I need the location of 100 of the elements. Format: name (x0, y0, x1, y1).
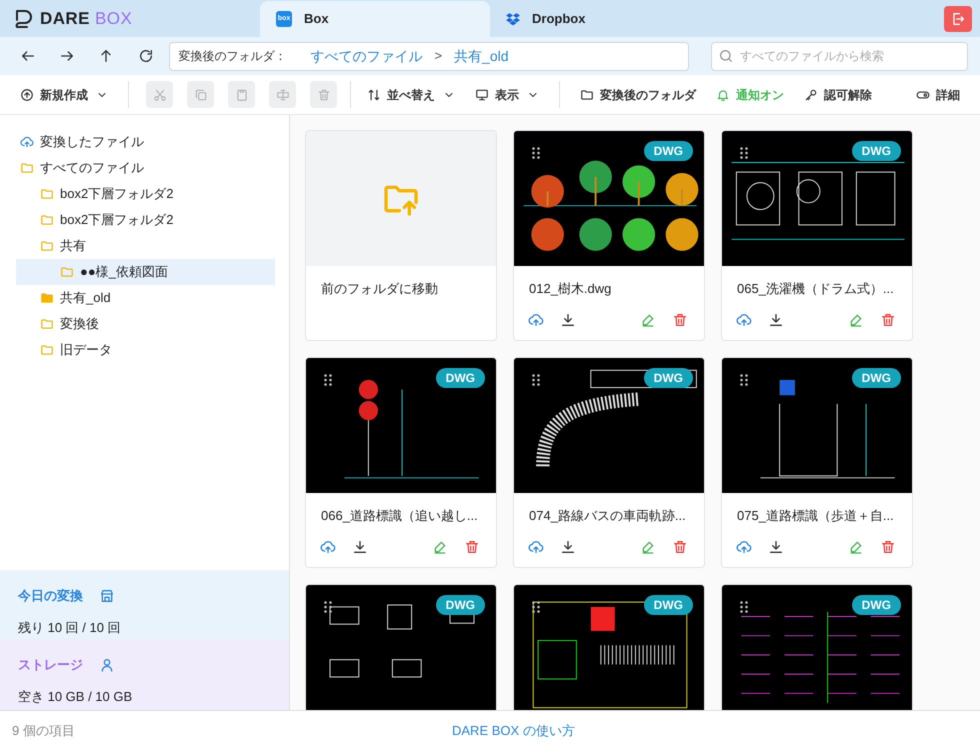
tree-item[interactable]: 変換したファイル (16, 129, 275, 155)
drag-handle-icon[interactable] (532, 601, 540, 613)
file-card[interactable]: DWG 065_洗濯機（ドラム式）... (721, 130, 913, 341)
download-button[interactable] (768, 538, 784, 554)
file-type-badge: DWG (644, 595, 693, 615)
tree-item[interactable]: box2下層フォルダ2 (16, 207, 275, 233)
cloud-upload-icon (320, 538, 336, 554)
exit-button[interactable] (944, 6, 972, 32)
pencil-icon (432, 538, 448, 554)
file-card[interactable]: DWG 012_樹木.dwg (513, 130, 705, 341)
delete-button[interactable] (880, 538, 896, 554)
trash-icon (672, 312, 688, 328)
tree-item[interactable]: 旧データ (16, 337, 275, 363)
tab[interactable]: Dropbox (490, 1, 720, 37)
drag-handle-icon[interactable] (740, 147, 748, 159)
upload-button[interactable] (736, 312, 752, 328)
download-button[interactable] (768, 312, 784, 328)
trash-icon (464, 538, 480, 554)
tree-item[interactable]: 共有 (16, 233, 275, 259)
tree-item[interactable]: 共有_old (16, 285, 275, 311)
download-icon (768, 312, 784, 328)
delete-button[interactable] (880, 312, 896, 328)
delete-button[interactable] (672, 312, 688, 328)
cloud-upload-icon (528, 538, 544, 554)
edit-button[interactable] (432, 538, 448, 554)
refresh-icon (138, 48, 154, 64)
download-icon (352, 538, 368, 554)
quota-title: 今日の変換 (18, 587, 83, 605)
parent-folder-card[interactable]: 前のフォルダに移動 (305, 130, 497, 341)
trash-icon (880, 538, 896, 554)
drag-handle-icon[interactable] (740, 601, 748, 613)
edit-button[interactable] (640, 538, 656, 554)
menu-button[interactable]: 新規作成 (12, 80, 116, 108)
upload-button[interactable] (528, 312, 544, 328)
delete-button[interactable] (464, 538, 480, 554)
file-name: 065_洗濯機（ドラム式）... (736, 280, 895, 298)
menu-button[interactable]: 表示 (467, 80, 547, 108)
drag-handle-icon[interactable] (324, 601, 332, 613)
file-name: 012_樹木.dwg (528, 280, 612, 298)
edit-button[interactable] (640, 312, 656, 328)
file-type-badge: DWG (852, 141, 901, 161)
trash-icon (672, 538, 688, 554)
file-card[interactable]: DWG 066_道路標識（追い越し... (305, 357, 497, 568)
cloud-upload-icon (528, 312, 544, 328)
drag-handle-icon[interactable] (740, 374, 748, 386)
pencil-icon (848, 538, 864, 554)
cloud-upload-icon (736, 538, 752, 554)
tree-item[interactable]: 変換後 (16, 311, 275, 337)
key-icon (804, 88, 818, 102)
file-name: 066_道路標識（追い越し... (320, 507, 479, 525)
download-icon (768, 538, 784, 554)
tree-item[interactable]: box2下層フォルダ2 (16, 181, 275, 207)
rename-icon (276, 88, 290, 102)
file-type-badge: DWG (644, 368, 693, 388)
toolbar-button[interactable]: 変換後のフォルダ (572, 80, 704, 108)
toolbar-button[interactable]: 認可解除 (796, 80, 880, 108)
bell-icon (716, 88, 730, 102)
edit-button[interactable] (848, 312, 864, 328)
download-button[interactable] (560, 312, 576, 328)
delete-button[interactable] (672, 538, 688, 554)
file-card[interactable]: DWG 074_路線バスの車両軌跡... (513, 357, 705, 568)
menu-button[interactable]: 並べ替え (359, 80, 463, 108)
tree-item[interactable]: すべてのファイル (16, 155, 275, 181)
file-type-badge: DWG (436, 595, 485, 615)
monitor-icon (475, 88, 489, 102)
search-field[interactable]: すべてのファイルから検索 (711, 42, 968, 70)
upload-button[interactable] (320, 538, 336, 554)
pencil-icon (640, 538, 656, 554)
upload-button[interactable] (736, 538, 752, 554)
help-link[interactable]: DARE BOX の使い方 (452, 720, 575, 740)
search-icon (718, 48, 734, 64)
file-type-badge: DWG (852, 595, 901, 615)
file-card[interactable]: DWG 075_道路標識（歩道＋自... (721, 357, 913, 568)
paste-icon (234, 88, 248, 102)
store-icon (99, 588, 115, 604)
path-label: 変換後のフォルダ： (178, 48, 286, 65)
breadcrumb-separator: > (434, 47, 442, 66)
breadcrumb-link[interactable]: すべてのファイル (310, 46, 422, 66)
sort-icon (367, 88, 381, 102)
upload-circle-icon (20, 88, 34, 102)
copy-icon (194, 88, 208, 102)
toolbar-button[interactable]: 詳細 (908, 80, 968, 108)
file-type-badge: DWG (436, 368, 485, 388)
download-button[interactable] (560, 538, 576, 554)
trash-icon (880, 312, 896, 328)
scissors-icon (152, 88, 166, 102)
upload-button[interactable] (528, 538, 544, 554)
cloud-upload-icon (20, 135, 34, 149)
drag-handle-icon[interactable] (532, 374, 540, 386)
file-type-badge: DWG (852, 368, 901, 388)
tree-item[interactable]: ●●様_依頼図面 (16, 259, 275, 285)
edit-button[interactable] (848, 538, 864, 554)
drag-handle-icon[interactable] (532, 147, 540, 159)
file-name: 074_路線バスの車両軌跡... (528, 507, 687, 525)
breadcrumb-link[interactable]: 共有_old (454, 46, 508, 66)
download-button[interactable] (352, 538, 368, 554)
file-name: 075_道路標識（歩道＋自... (736, 507, 895, 525)
drag-handle-icon[interactable] (324, 374, 332, 386)
trash-icon (316, 88, 330, 102)
folder-icon (580, 88, 594, 102)
